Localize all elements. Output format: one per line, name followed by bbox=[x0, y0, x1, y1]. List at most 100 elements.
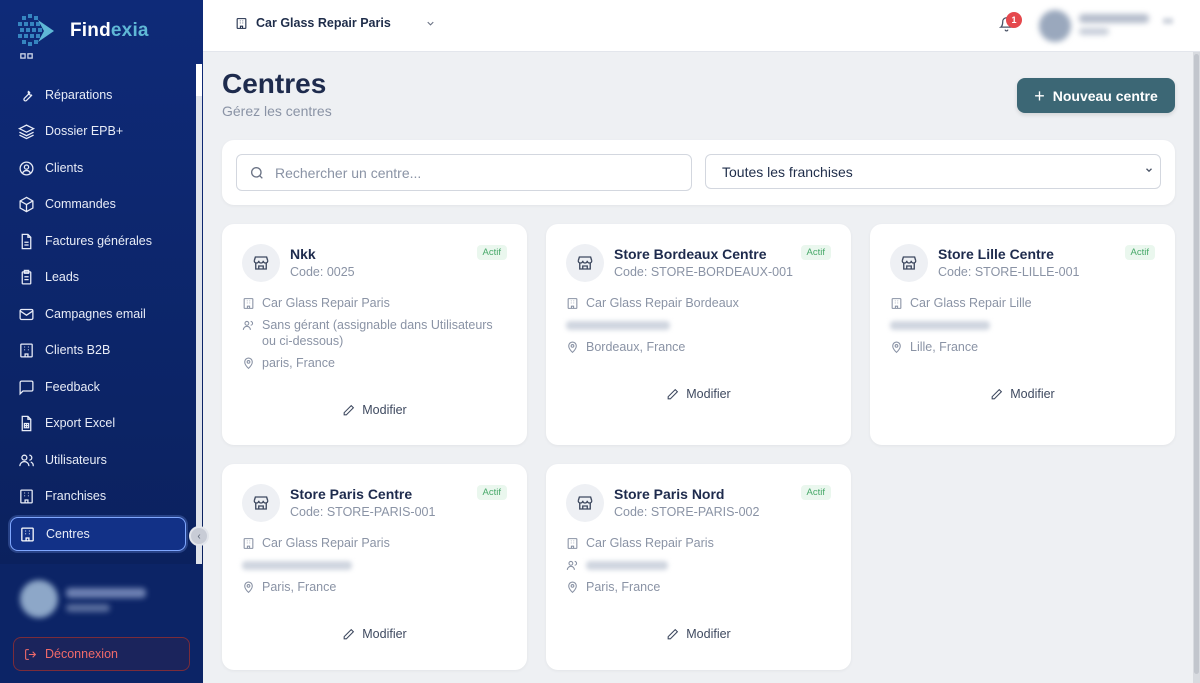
building-icon bbox=[243, 298, 254, 309]
sidebar-item-label: Factures générales bbox=[45, 234, 153, 248]
sidebar-item-clients-b2b[interactable]: Clients B2B bbox=[10, 333, 186, 367]
centre-manager-label: Sans gérant (assignable dans Utilisateur… bbox=[262, 318, 493, 348]
message-square-icon bbox=[19, 379, 34, 395]
sidebar-item-commandes[interactable]: Commandes bbox=[10, 187, 186, 221]
centre-franchise: Car Glass Repair Paris bbox=[566, 535, 831, 551]
map-pin-icon bbox=[244, 357, 253, 370]
sidebar-scrollbar-thumb[interactable] bbox=[196, 64, 202, 96]
store-icon bbox=[566, 244, 604, 282]
centre-franchise-label: Car Glass Repair Paris bbox=[262, 536, 390, 550]
avatar[interactable] bbox=[1039, 10, 1071, 42]
app-logo[interactable]: Findexia bbox=[16, 12, 149, 50]
user-role-redacted bbox=[66, 604, 110, 612]
search-icon bbox=[250, 166, 263, 179]
building-icon bbox=[21, 526, 34, 542]
modify-label: Modifier bbox=[362, 403, 407, 417]
search-input[interactable] bbox=[275, 164, 655, 181]
user-role-redacted bbox=[1079, 28, 1109, 35]
store-icon bbox=[890, 244, 928, 282]
users-icon bbox=[242, 320, 254, 330]
modify-label: Modifier bbox=[1010, 387, 1055, 401]
notification-badge: 1 bbox=[1006, 12, 1022, 28]
centre-manager: Sans gérant (assignable dans Utilisateur… bbox=[242, 317, 507, 349]
pencil-icon bbox=[991, 388, 1003, 399]
status-badge: Actif bbox=[800, 245, 831, 260]
page-scrollbar-thumb[interactable] bbox=[1194, 54, 1199, 674]
modify-button[interactable]: Modifier bbox=[546, 387, 851, 401]
franchise-selector[interactable]: Car Glass Repair Paris bbox=[235, 16, 391, 30]
modify-button[interactable]: Modifier bbox=[546, 627, 851, 641]
sidebar-item-label: Utilisateurs bbox=[45, 453, 107, 467]
centre-card: Store Bordeaux Centre Code: STORE-BORDEA… bbox=[546, 224, 851, 445]
modify-button[interactable]: Modifier bbox=[870, 387, 1175, 401]
modify-button[interactable]: Modifier bbox=[222, 403, 527, 417]
sidebar-item-partial[interactable] bbox=[10, 52, 186, 76]
sidebar-item-dossier-epb[interactable]: Dossier EPB+ bbox=[10, 114, 186, 148]
centre-card: Nkk Code: 0025 Actif Car Glass Repair Pa… bbox=[222, 224, 527, 445]
centre-code: Code: STORE-LILLE-001 bbox=[938, 265, 1080, 279]
store-icon bbox=[242, 244, 280, 282]
sidebar-item-label: Export Excel bbox=[45, 416, 116, 430]
centre-manager-redacted bbox=[566, 317, 831, 330]
centre-franchise-label: Car Glass Repair Paris bbox=[586, 536, 714, 550]
centre-franchise: Car Glass Repair Bordeaux bbox=[566, 295, 831, 311]
centre-franchise-label: Car Glass Repair Lille bbox=[910, 296, 1032, 310]
sidebar-item-label: Dossier EPB+ bbox=[45, 124, 124, 138]
sidebar-item-leads[interactable]: Leads bbox=[10, 260, 186, 294]
centre-location-label: Paris, France bbox=[586, 580, 661, 594]
centre-name: Store Lille Centre bbox=[938, 246, 1054, 262]
redacted-text bbox=[890, 321, 990, 330]
sidebar-item-label: Franchises bbox=[45, 489, 107, 503]
sidebar-item-campagnes[interactable]: Campagnes email bbox=[10, 297, 186, 331]
sidebar-item-franchises[interactable]: Franchises bbox=[10, 479, 186, 513]
chevron-down-icon[interactable] bbox=[1163, 18, 1173, 24]
plus-icon: + bbox=[1034, 85, 1045, 106]
centre-franchise: Car Glass Repair Lille bbox=[890, 295, 1155, 311]
sidebar-item-reparations[interactable]: Réparations bbox=[10, 78, 186, 112]
logout-button[interactable]: Déconnexion bbox=[13, 637, 190, 671]
sidebar-item-clients[interactable]: Clients bbox=[10, 151, 186, 185]
users-icon bbox=[19, 454, 34, 466]
wrench-icon bbox=[23, 90, 33, 102]
modify-label: Modifier bbox=[362, 627, 407, 641]
centre-name: Store Paris Nord bbox=[614, 486, 725, 502]
sidebar-scrollbar[interactable] bbox=[196, 64, 202, 564]
clipboard-icon bbox=[21, 269, 32, 285]
sidebar-item-export-excel[interactable]: Export Excel bbox=[10, 406, 186, 440]
centre-card: Store Paris Centre Code: STORE-PARIS-001… bbox=[222, 464, 527, 670]
centre-location: Paris, France bbox=[242, 579, 507, 595]
chevron-down-icon[interactable] bbox=[425, 18, 436, 32]
mail-icon bbox=[19, 308, 34, 320]
new-centre-button[interactable]: + Nouveau centre bbox=[1017, 78, 1175, 113]
store-icon bbox=[242, 484, 280, 522]
chevron-left-icon: ‹ bbox=[197, 530, 201, 542]
centre-location: Paris, France bbox=[566, 579, 831, 595]
top-bar: Car Glass Repair Paris 1 bbox=[203, 0, 1200, 52]
pencil-icon bbox=[667, 628, 679, 639]
user-name-redacted bbox=[66, 588, 146, 598]
sidebar-item-feedback[interactable]: Feedback bbox=[10, 370, 186, 404]
franchise-filter-select[interactable]: Toutes les franchises bbox=[705, 154, 1161, 189]
centre-franchise-label: Car Glass Repair Paris bbox=[262, 296, 390, 310]
building-icon bbox=[567, 538, 578, 549]
franchise-selector-value: Car Glass Repair Paris bbox=[256, 16, 391, 30]
franchise-filter-value: Toutes les franchises bbox=[722, 163, 853, 180]
logout-label: Déconnexion bbox=[45, 647, 118, 661]
sidebar-item-factures[interactable]: Factures générales bbox=[10, 224, 186, 258]
search-box[interactable] bbox=[236, 154, 692, 191]
sidebar-item-centres[interactable]: Centres bbox=[10, 517, 186, 551]
building-icon bbox=[243, 538, 254, 549]
user-circle-icon bbox=[19, 160, 34, 176]
map-pin-icon bbox=[892, 341, 901, 354]
avatar[interactable] bbox=[20, 580, 58, 618]
user-name-redacted bbox=[1079, 14, 1149, 23]
sidebar-collapse-button[interactable]: ‹ bbox=[189, 526, 209, 546]
centre-location-label: Bordeaux, France bbox=[586, 340, 686, 354]
pencil-icon bbox=[343, 628, 355, 639]
redacted-text bbox=[566, 321, 670, 330]
redacted-text bbox=[586, 561, 668, 570]
modify-button[interactable]: Modifier bbox=[222, 627, 527, 641]
centre-card: Store Paris Nord Code: STORE-PARIS-002 A… bbox=[546, 464, 851, 670]
map-pin-icon bbox=[568, 581, 577, 594]
sidebar-item-utilisateurs[interactable]: Utilisateurs bbox=[10, 443, 186, 477]
